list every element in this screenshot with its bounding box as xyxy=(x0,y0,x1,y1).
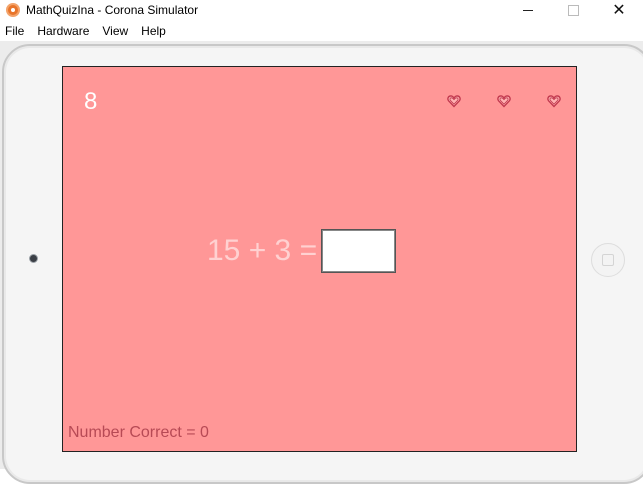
maximize-icon xyxy=(567,5,579,16)
camera-icon xyxy=(29,254,38,263)
home-button[interactable] xyxy=(591,243,625,277)
corona-app-icon xyxy=(6,3,20,17)
close-button[interactable]: ✕ xyxy=(596,0,642,21)
timer-text: 8 xyxy=(84,88,98,115)
minimize-button[interactable] xyxy=(505,0,551,21)
heart-icon xyxy=(497,94,511,108)
menu-view[interactable]: View xyxy=(96,22,135,41)
answer-input[interactable] xyxy=(321,229,396,273)
minimize-icon xyxy=(523,10,533,11)
heart-icon xyxy=(547,94,561,108)
menu-hardware[interactable]: Hardware xyxy=(31,22,96,41)
home-icon xyxy=(602,254,614,266)
score-text: Number Correct = 0 xyxy=(68,424,209,441)
heart-icon xyxy=(447,94,461,108)
title-bar: MathQuizIna - Corona Simulator ✕ xyxy=(0,0,643,21)
game-screen xyxy=(62,66,577,452)
question-text: 15 + 3 = xyxy=(207,234,318,267)
close-icon: ✕ xyxy=(612,1,626,19)
window-title: MathQuizIna - Corona Simulator xyxy=(26,3,199,17)
menu-file[interactable]: File xyxy=(0,22,31,41)
menu-bar: File Hardware View Help xyxy=(0,22,643,41)
menu-help[interactable]: Help xyxy=(135,22,173,41)
maximize-button[interactable] xyxy=(550,0,596,21)
